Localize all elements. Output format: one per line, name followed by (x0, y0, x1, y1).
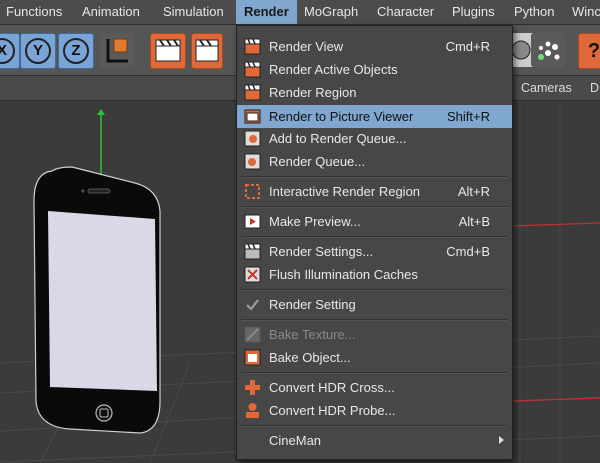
menu-item-render-to-picture-viewer[interactable]: Render to Picture Viewer Shift+R (237, 105, 512, 128)
flush-icon (244, 266, 261, 283)
coordinate-system-button[interactable] (100, 33, 134, 67)
menu-item-convert-hdr-cross[interactable]: Convert HDR Cross... (237, 376, 512, 399)
clapper-icon (244, 38, 261, 55)
menu-python[interactable]: Python (514, 0, 554, 24)
clapper-icon (244, 84, 261, 101)
menu-separator (241, 372, 507, 374)
menu-separator (241, 176, 507, 178)
menu-item-render-region[interactable]: Render Region (237, 81, 512, 104)
render-view-button[interactable] (150, 33, 186, 69)
render-menu-dropdown: Render View Cmd+R Render Active Objects … (236, 25, 513, 460)
picture-viewer-icon (244, 109, 261, 124)
menu-item-bake-object[interactable]: Bake Object... (237, 346, 512, 369)
submenu-arrow-icon (499, 436, 504, 444)
menu-mograph[interactable]: MoGraph (304, 0, 358, 24)
menu-item-render-active-objects[interactable]: Render Active Objects (237, 58, 512, 81)
preview-icon (244, 214, 261, 229)
phone-model (33, 166, 161, 434)
render-queue-icon (244, 153, 261, 170)
mograph-cloner-button[interactable] (531, 33, 565, 67)
coordinate-system-icon (106, 38, 128, 63)
menu-window[interactable]: Winc (572, 0, 600, 24)
main-menubar: Functions Animation Simulation Render Mo… (0, 0, 600, 25)
menu-item-cineman[interactable]: CineMan (237, 429, 512, 452)
menu-plugins[interactable]: Plugins (452, 0, 495, 24)
menu-separator (241, 319, 507, 321)
menu-separator (241, 289, 507, 291)
menu-item-make-preview[interactable]: Make Preview... Alt+B (237, 210, 512, 233)
hdr-cross-icon (245, 380, 260, 395)
clapper-icon (155, 39, 181, 62)
render-picture-viewer-button[interactable] (191, 33, 223, 69)
y-axis-icon: Y (25, 38, 51, 64)
menu-separator (241, 236, 507, 238)
clapper-icon (244, 61, 261, 78)
menu-item-add-to-render-queue[interactable]: Add to Render Queue... (237, 127, 512, 150)
menu-separator (241, 206, 507, 208)
help-button[interactable]: ? (578, 33, 600, 69)
menu-item-render-queue[interactable]: Render Queue... (237, 150, 512, 173)
shortcut-label: Cmd+B (446, 244, 490, 259)
menu-item-interactive-render-region[interactable]: Interactive Render Region Alt+R (237, 180, 512, 203)
viewport-cameras-menu[interactable]: Cameras (521, 76, 572, 100)
x-axis-line (509, 222, 600, 227)
x-axis-icon: X (0, 38, 15, 64)
check-icon (246, 299, 259, 311)
menu-item-render-setting[interactable]: Render Setting (237, 293, 512, 316)
z-axis-icon: Z (63, 38, 89, 64)
cloner-dots-icon (538, 41, 560, 60)
z-axis-lock-button[interactable]: Z (58, 33, 94, 69)
settings-clapper-icon (244, 243, 261, 260)
menu-character[interactable]: Character (377, 0, 434, 24)
bake-texture-icon (244, 326, 261, 343)
render-queue-add-icon (244, 130, 261, 147)
shortcut-label: Alt+B (458, 214, 490, 229)
shortcut-label: Cmd+R (445, 39, 490, 54)
viewport-display-menu[interactable]: D (590, 76, 599, 100)
x-axis-lock-button[interactable]: X (0, 33, 20, 69)
menu-functions[interactable]: Functions (6, 0, 62, 24)
region-icon (245, 184, 260, 199)
y-axis-lock-button[interactable]: Y (20, 33, 56, 69)
menu-separator (241, 425, 507, 427)
bake-object-icon (244, 349, 261, 366)
shortcut-label: Alt+R (457, 184, 490, 199)
menu-item-bake-texture: Bake Texture... (237, 323, 512, 346)
menu-item-convert-hdr-probe[interactable]: Convert HDR Probe... (237, 399, 512, 422)
menu-item-render-view[interactable]: Render View Cmd+R (237, 35, 512, 58)
menu-animation[interactable]: Animation (82, 0, 140, 24)
menu-simulation[interactable]: Simulation (163, 0, 224, 24)
clapper-icon (195, 39, 219, 62)
menu-item-render-settings[interactable]: Render Settings... Cmd+B (237, 240, 512, 263)
menu-item-flush-illumination-caches[interactable]: Flush Illumination Caches (237, 263, 512, 286)
shortcut-label: Shift+R (447, 109, 490, 124)
hdr-probe-icon (246, 403, 259, 418)
menu-render[interactable]: Render (236, 0, 297, 24)
